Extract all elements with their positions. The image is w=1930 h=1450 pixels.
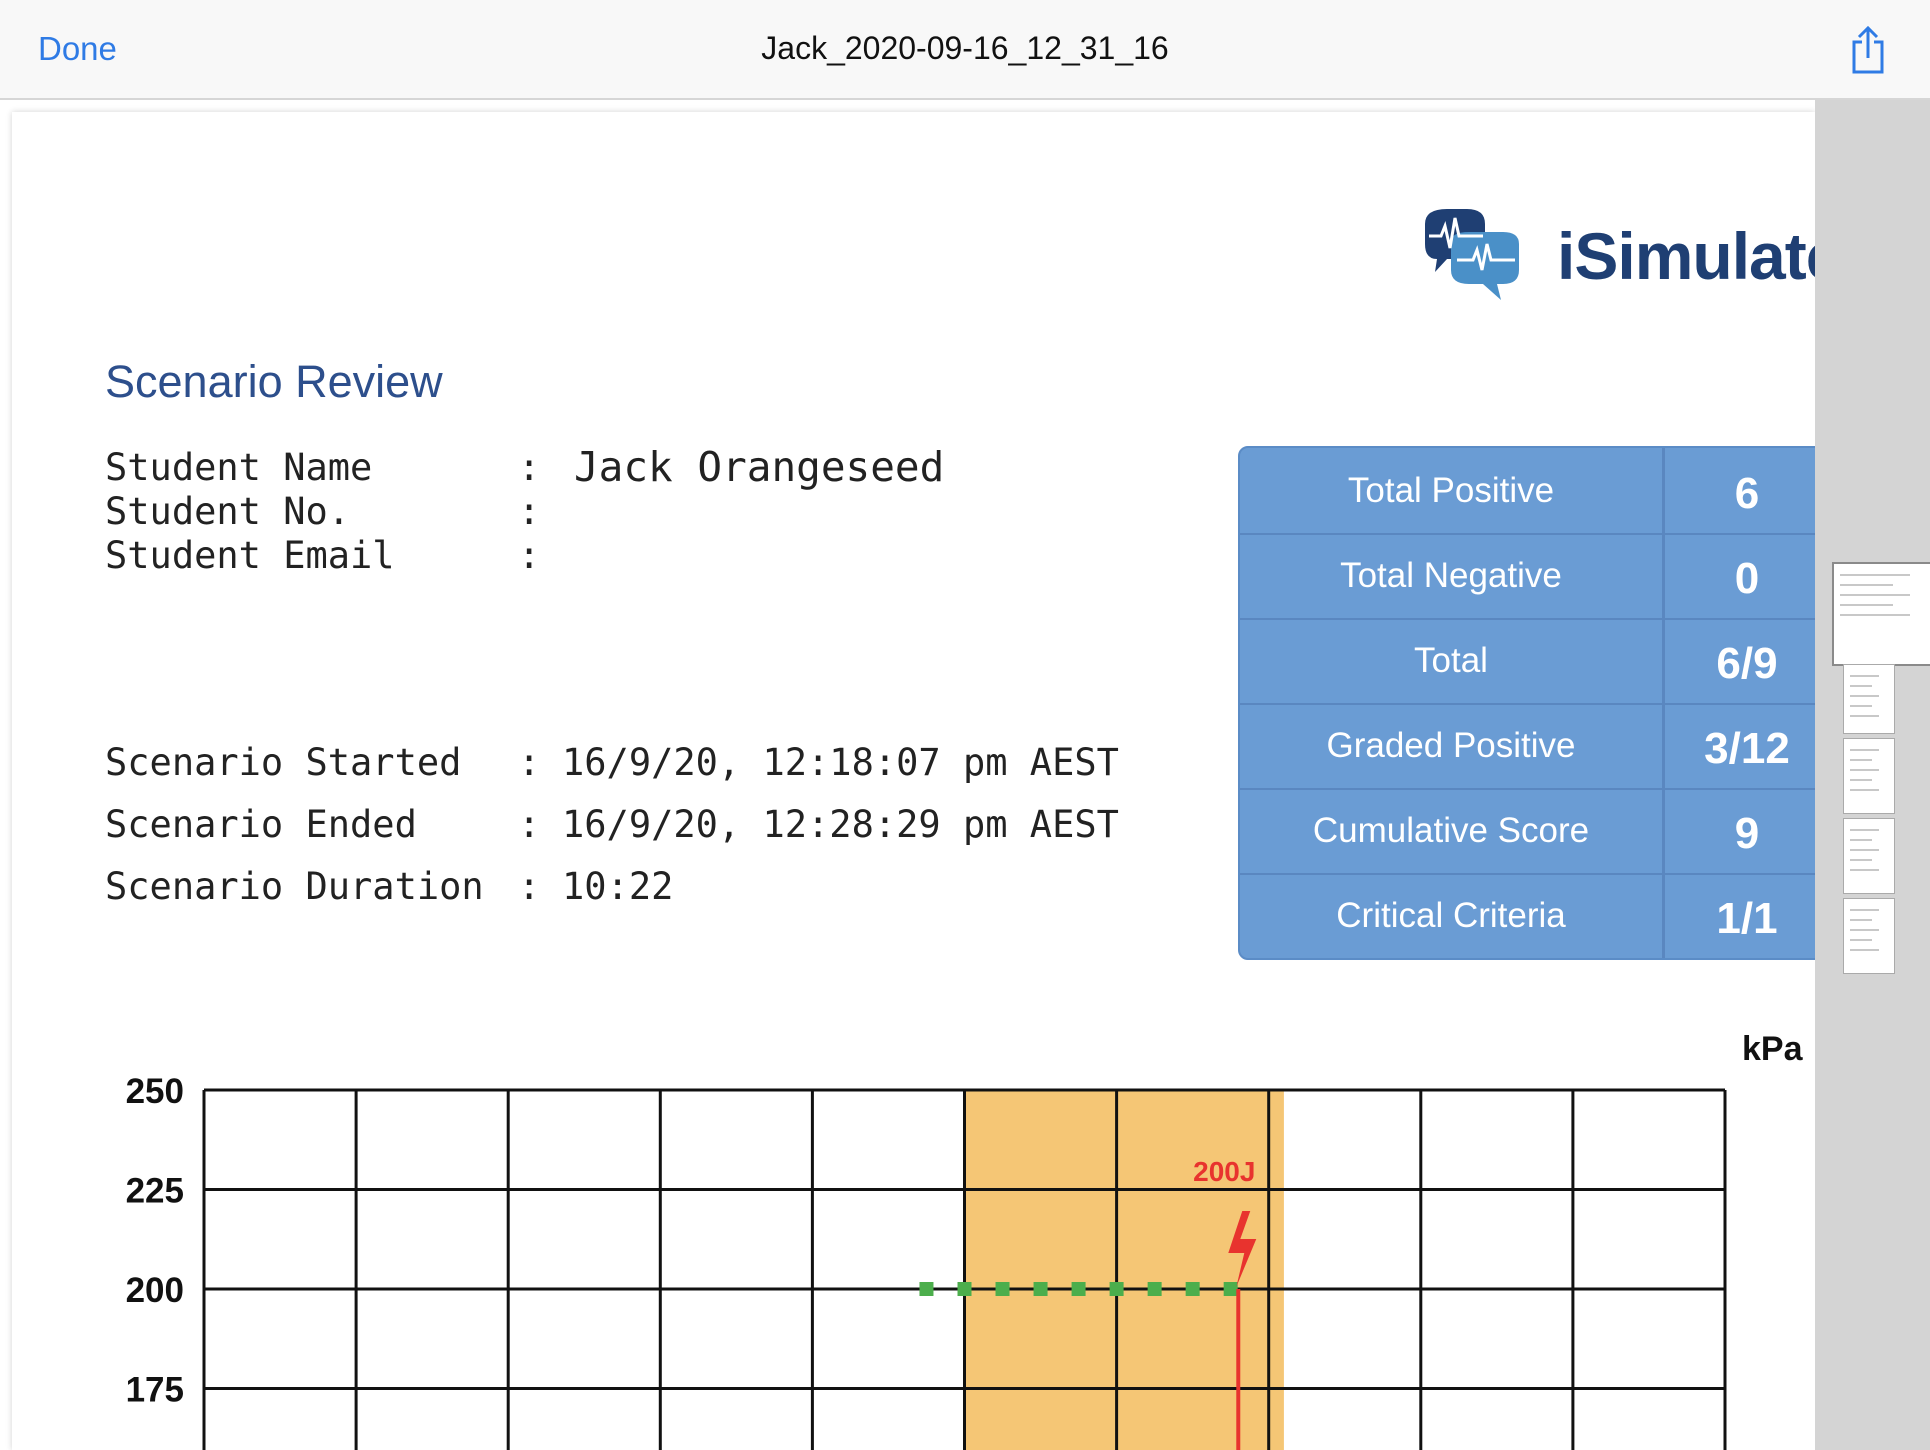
thumbnail-line (1850, 695, 1879, 697)
page-thumbnail[interactable] (1843, 738, 1895, 814)
thumbnail-line (1840, 594, 1911, 596)
highlight-region (964, 1090, 1284, 1450)
thumbnail-line (1850, 839, 1872, 841)
y-tick-label: 225 (126, 1172, 184, 1211)
thumbnail-line (1850, 779, 1872, 781)
navigation-bar: Done Jack_2020-09-16_12_31_16 (0, 0, 1930, 100)
thumbnail-line (1840, 614, 1911, 616)
thumbnail-line (1850, 705, 1872, 707)
thumbnail-line (1850, 685, 1872, 687)
thumbnail-line (1850, 949, 1879, 951)
thumbnail-line (1840, 584, 1893, 586)
thumbnail-line (1850, 789, 1879, 791)
thumbnail-line (1850, 675, 1879, 677)
shock-energy-label: 200J (1193, 1156, 1255, 1187)
thumbnail-line (1850, 869, 1879, 871)
share-icon[interactable] (1848, 25, 1888, 76)
y-tick-label: 175 (126, 1371, 184, 1410)
thumbnail-line (1850, 749, 1879, 751)
page-thumbnail[interactable] (1843, 818, 1895, 894)
thumbnail-line (1850, 829, 1879, 831)
page-thumbnail[interactable] (1843, 898, 1895, 974)
document-title: Jack_2020-09-16_12_31_16 (761, 30, 1169, 66)
page-thumbnail[interactable] (1843, 664, 1895, 734)
y-tick-label: 200 (126, 1271, 184, 1310)
y-tick-label: 250 (126, 1072, 184, 1111)
pressure-chart: 250 225 200 175 200J (126, 1072, 1727, 1450)
thumbnail-line (1850, 939, 1872, 941)
page-thumbnail[interactable] (1832, 562, 1930, 666)
thumbnail-line (1850, 849, 1879, 851)
thumbnail-line (1850, 769, 1879, 771)
thumbnail-line (1850, 715, 1879, 717)
thumbnail-line (1850, 919, 1872, 921)
thumbnail-line (1850, 759, 1872, 761)
thumbnail-line (1850, 859, 1872, 861)
thumbnail-line (1850, 909, 1879, 911)
thumbnail-line (1840, 574, 1911, 576)
thumbnail-line (1840, 604, 1893, 606)
thumbnail-line (1850, 929, 1879, 931)
document-page[interactable]: iSimulate Scenario Review Student Name :… (12, 112, 1815, 1450)
